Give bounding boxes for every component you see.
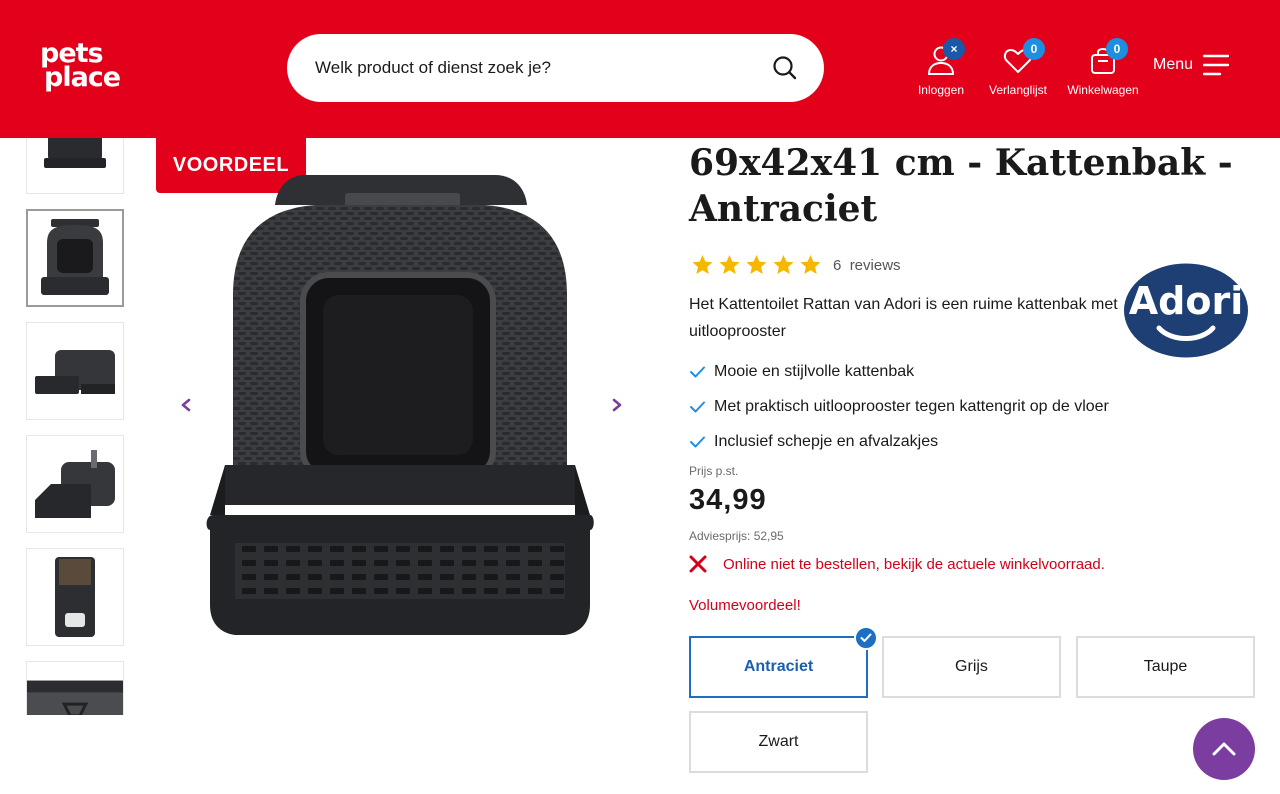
variant-label: Zwart xyxy=(758,733,799,750)
product-thumbnail-image xyxy=(27,680,123,715)
site-header: pets place × Inloggen 0 Verlanglijst xyxy=(0,0,1280,138)
star-icon xyxy=(746,255,767,274)
variant-label: Grijs xyxy=(955,658,988,675)
price-label: Prijs p.st. xyxy=(689,464,739,478)
usp-item: Inclusief schepje en afvalzakjes xyxy=(689,424,1109,459)
usp-item: Mooie en stijlvolle kattenbak xyxy=(689,354,1109,389)
variant-option-antraciet[interactable]: Antraciet xyxy=(689,626,878,698)
reviews-count: 6 xyxy=(833,256,842,274)
variant-label: Antraciet xyxy=(743,658,814,675)
volume-discount-link[interactable]: Volumevoordeel! xyxy=(689,597,801,614)
adori-brand-logo[interactable]: Adori xyxy=(1123,262,1249,359)
check-icon xyxy=(690,401,705,412)
thumbnail-1[interactable] xyxy=(26,138,124,194)
next-image-button[interactable] xyxy=(605,393,629,417)
usp-text: Met praktisch uitlooprooster tegen katte… xyxy=(714,397,1109,415)
product-thumbnail-image xyxy=(41,219,109,295)
product-price: 34,99 xyxy=(689,484,767,516)
wishlist-button[interactable]: 0 Verlanglijst xyxy=(985,38,1051,97)
petsplace-logo[interactable]: pets place xyxy=(40,40,140,93)
thumbnail-3[interactable] xyxy=(26,322,124,420)
chevron-left-icon xyxy=(181,398,191,412)
product-rating[interactable]: 6 reviews xyxy=(689,253,901,277)
star-icon xyxy=(773,255,794,274)
search-icon[interactable] xyxy=(772,55,798,81)
product-title: 69x42x41 cm - Kattenbak - Antraciet xyxy=(689,142,1233,230)
product-thumbnail-image xyxy=(55,557,95,637)
star-icon xyxy=(719,255,740,274)
menu-button[interactable]: Menu xyxy=(1153,53,1230,77)
brand-logo-text: Adori xyxy=(1129,279,1243,323)
usp-item: Met praktisch uitlooprooster tegen katte… xyxy=(689,389,1109,424)
star-icon xyxy=(800,255,821,274)
variant-label: Taupe xyxy=(1143,658,1188,675)
cross-icon xyxy=(689,555,707,573)
advice-price: Adviesprijs: 52,95 xyxy=(689,529,784,543)
star-icon xyxy=(692,255,713,274)
thumbnail-6[interactable] xyxy=(26,661,124,715)
product-thumbnail-image xyxy=(44,138,106,168)
search-bar xyxy=(287,34,824,102)
scroll-to-top-button[interactable] xyxy=(1193,718,1255,780)
thumbnail-list xyxy=(25,138,125,715)
login-label: Inloggen xyxy=(917,83,965,97)
product-thumbnail-image xyxy=(35,350,115,394)
usp-text: Mooie en stijlvolle kattenbak xyxy=(714,362,915,380)
reviews-link[interactable]: 6 reviews xyxy=(833,257,901,274)
chevron-up-icon xyxy=(1212,742,1236,756)
product-description: Het Kattentoilet Rattan van Adori is een… xyxy=(689,296,1118,340)
check-icon xyxy=(690,366,705,377)
login-button[interactable]: × Inloggen xyxy=(910,38,972,97)
wishlist-count-badge: 0 xyxy=(1023,38,1045,60)
product-thumbnail-image xyxy=(35,450,115,518)
selected-check-badge xyxy=(854,626,878,650)
cart-button[interactable]: 0 Winkelwagen xyxy=(1066,38,1140,97)
cart-label: Winkelwagen xyxy=(1067,83,1139,97)
variant-option-zwart[interactable]: Zwart xyxy=(689,711,868,773)
logo-line-2: place xyxy=(44,62,121,93)
variant-option-grijs[interactable]: Grijs xyxy=(882,636,1061,698)
usp-text: Inclusief schepje en afvalzakjes xyxy=(714,432,939,450)
reviews-label: reviews xyxy=(849,256,901,274)
hamburger-icon xyxy=(1203,54,1230,76)
thumbnail-4[interactable] xyxy=(26,435,124,533)
variant-option-taupe[interactable]: Taupe xyxy=(1076,636,1255,698)
search-input[interactable] xyxy=(315,58,772,78)
stock-status[interactable]: Online niet te bestellen, bekijk de actu… xyxy=(689,555,1105,573)
stock-message: Online niet te bestellen, bekijk de actu… xyxy=(723,555,1105,573)
wishlist-label: Verlanglijst xyxy=(988,83,1048,97)
usp-list: Mooie en stijlvolle kattenbak Met prakti… xyxy=(689,354,1109,459)
cart-count-badge: 0 xyxy=(1106,38,1128,60)
chevron-right-icon xyxy=(612,398,622,412)
login-badge: × xyxy=(943,38,965,60)
checkmark-icon xyxy=(860,633,872,642)
thumbnail-2[interactable] xyxy=(26,209,124,307)
thumbnail-5[interactable] xyxy=(26,548,124,646)
check-icon xyxy=(690,436,705,447)
menu-label: Menu xyxy=(1153,56,1194,73)
product-main-image[interactable] xyxy=(195,165,605,645)
